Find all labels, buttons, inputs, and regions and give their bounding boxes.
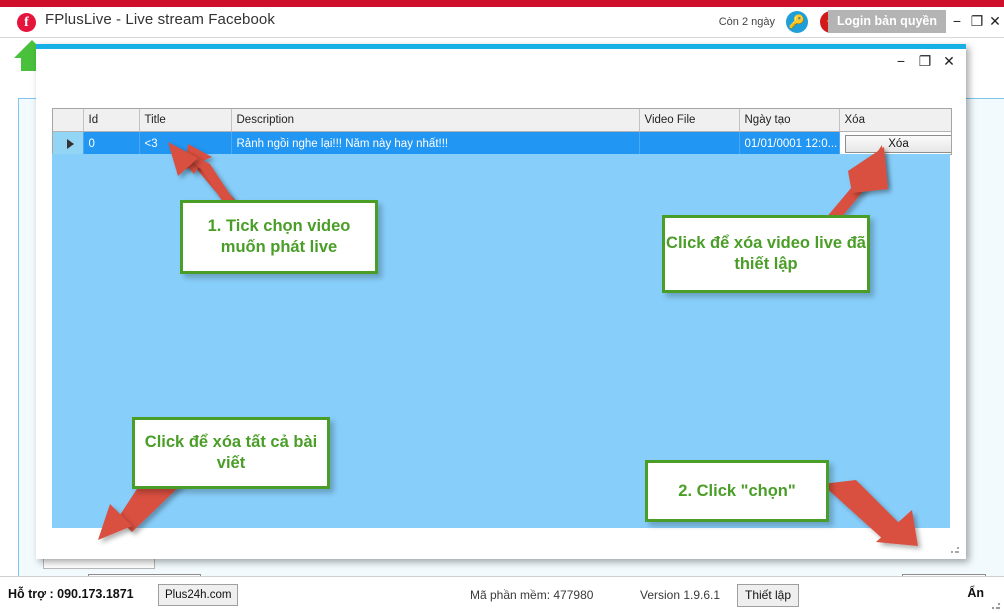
main-window: f FPlusLive - Live stream Facebook Còn 2… xyxy=(0,0,1004,613)
hide-button[interactable]: Ẩn xyxy=(967,586,984,600)
column-header-rowmark[interactable] xyxy=(53,109,84,132)
window-minimize-button[interactable]: − xyxy=(948,13,966,29)
website-button[interactable]: Plus24h.com xyxy=(158,584,239,606)
column-header-delete[interactable]: Xóa xyxy=(839,109,951,132)
column-header-video-file[interactable]: Video File xyxy=(639,109,740,132)
window-maximize-button[interactable]: ❐ xyxy=(968,13,986,30)
settings-button[interactable]: Thiết lập xyxy=(737,584,800,607)
key-icon[interactable]: 🔑 xyxy=(786,11,808,33)
login-license-button[interactable]: Login bản quyền xyxy=(828,10,946,33)
callout-delete-all: Click để xóa tất cả bài viết xyxy=(132,417,330,489)
title-bar: f FPlusLive - Live stream Facebook Còn 2… xyxy=(0,7,1004,37)
arrow-to-choose-button xyxy=(822,480,918,546)
trial-days-label: Còn 2 ngày xyxy=(718,16,775,28)
column-header-created[interactable]: Ngày tạo xyxy=(739,109,840,132)
support-phone-label: Hỗ trợ : 090.173.1871 xyxy=(8,587,134,601)
cell-video-file xyxy=(639,131,740,154)
window-close-button[interactable]: ✕ xyxy=(986,13,1004,30)
callout-tick-video: 1. Tick chọn video muốn phát live xyxy=(180,200,378,274)
software-code-label: Mã phần mềm: 477980 xyxy=(470,588,594,602)
dialog-minimize-button[interactable]: − xyxy=(892,53,910,69)
cell-id: 0 xyxy=(83,131,140,154)
column-header-id[interactable]: Id xyxy=(83,109,140,132)
dialog-close-button[interactable]: ✕ xyxy=(940,53,958,70)
callout-click-choose: 2. Click "chọn" xyxy=(645,460,829,522)
window-resize-grip[interactable] xyxy=(991,600,1001,610)
dialog-resize-grip[interactable] xyxy=(951,545,960,554)
page-title: FPlusLive - Live stream Facebook xyxy=(45,11,275,28)
row-marker-cell[interactable] xyxy=(53,131,84,154)
dialog-maximize-button[interactable]: ❐ xyxy=(916,53,934,70)
facebook-icon: f xyxy=(17,13,36,32)
column-header-title[interactable]: Title xyxy=(139,109,232,132)
table-header-row: Id Title Description Video File Ngày tạo… xyxy=(53,109,951,132)
callout-delete-video: Click để xóa video live đã thiết lập xyxy=(662,215,870,293)
cell-description: Rảnh ngồi nghe lại!!! Năm này hay nhất!!… xyxy=(231,131,640,154)
row-selected-indicator-icon xyxy=(66,139,74,149)
version-label: Version 1.9.6.1 xyxy=(640,588,721,602)
dialog-accent-bar xyxy=(36,44,966,49)
column-header-description[interactable]: Description xyxy=(231,109,640,132)
status-bar: Hỗ trợ : 090.173.1871 Plus24h.com Mã phầ… xyxy=(0,576,1004,613)
top-accent-bar xyxy=(0,0,1004,7)
